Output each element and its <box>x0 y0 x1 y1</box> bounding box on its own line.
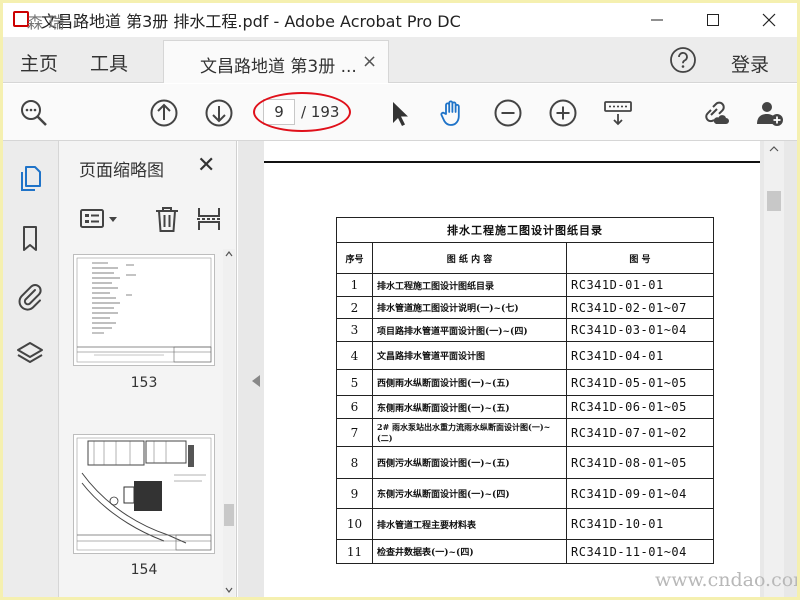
site-watermark: www.cndao.com <box>655 569 797 591</box>
table-row: 2 排水管道施工图设计说明(一)~(七) RC341D-02-01~07 <box>336 296 714 319</box>
panel-close-button[interactable]: ✕ <box>197 153 215 178</box>
table-row: 11 检查井数据表(一)~(四) RC341D-11-01~04 <box>336 539 714 564</box>
page-top-border <box>264 161 760 163</box>
layers-icon[interactable] <box>15 339 45 369</box>
thumbnail-page-154[interactable] <box>73 434 215 554</box>
zoom-in-icon[interactable] <box>548 98 578 128</box>
table-row: 10 排水管道工程主要材料表 RC341D-10-01 <box>336 508 714 540</box>
table-row: 7 2# 雨水泵站出水重力流雨水纵断面设计图(一)~(二) RC341D-07-01… <box>336 418 714 447</box>
close-icon <box>762 13 776 27</box>
table-title: 排水工程施工图设计图纸目录 <box>336 217 714 243</box>
document-scrollbar[interactable] <box>764 141 784 597</box>
scroll-up-icon[interactable] <box>223 249 235 259</box>
collapse-left-arrow-icon[interactable] <box>252 375 260 387</box>
document-tab-close-button[interactable]: × <box>362 51 377 72</box>
select-cursor-icon[interactable] <box>385 98 415 128</box>
menu-home[interactable]: 主页 <box>20 49 58 76</box>
thumbnails-panel: 页面缩略图 ✕ 153 154 <box>59 141 237 597</box>
table-row: 6 东侧雨水纵断面设计图(一)~(五) RC341D-06-01~05 <box>336 395 714 419</box>
menu-tools[interactable]: 工具 <box>90 49 128 76</box>
thumbnail-page-153[interactable] <box>73 254 215 366</box>
trash-icon[interactable] <box>153 205 181 233</box>
insert-page-icon[interactable] <box>195 205 223 233</box>
login-button[interactable]: 登录 <box>731 50 769 77</box>
thumbnail-label-154: 154 <box>130 562 158 578</box>
acrobat-window: 森 瑞 文昌路地道 第3册 排水工程.pdf - Adobe Acrobat P… <box>3 3 797 597</box>
attachment-icon[interactable] <box>15 281 45 311</box>
header-content: 图 纸 内 容 <box>372 242 567 274</box>
logo-watermark: 森 瑞 <box>27 13 65 32</box>
table-header-row: 序号 图 纸 内 容 图 号 <box>336 242 714 274</box>
panel-scrollbar[interactable] <box>223 249 235 597</box>
next-page-icon[interactable] <box>204 98 234 128</box>
panel-title: 页面缩略图 <box>79 161 164 181</box>
document-tab-label: 文昌路地道 第3册 ... <box>200 57 357 77</box>
hand-icon[interactable] <box>437 98 467 128</box>
document-scroll-thumb[interactable] <box>767 191 781 211</box>
scroll-down-icon[interactable] <box>223 585 235 595</box>
main-toolbar: / 193 <box>3 84 797 141</box>
header-code: 图 号 <box>566 242 714 274</box>
document-view: 排水工程施工图设计图纸目录 序号 图 纸 内 容 图 号 1 排水工程施工图设计图… <box>238 141 797 597</box>
title-bar: 森 瑞 文昌路地道 第3册 排水工程.pdf - Adobe Acrobat P… <box>3 3 797 37</box>
document-tab[interactable]: 文昌路地道 第3册 ... × <box>163 40 389 83</box>
scroll-up-icon[interactable] <box>764 143 784 155</box>
acrobat-app-icon: 森 瑞 <box>11 9 64 32</box>
drawing-index-table: 排水工程施工图设计图纸目录 序号 图 纸 内 容 图 号 1 排水工程施工图设计图… <box>336 217 714 564</box>
magnifier-icon[interactable] <box>19 98 49 128</box>
help-icon[interactable] <box>669 46 697 74</box>
thumbnail-options-icon[interactable] <box>79 205 121 233</box>
bookmark-icon[interactable] <box>15 223 45 253</box>
thumbnail-label-153: 153 <box>130 375 158 391</box>
maximize-button[interactable] <box>685 3 741 37</box>
zoom-out-icon[interactable] <box>493 98 523 128</box>
add-user-icon[interactable] <box>755 98 785 128</box>
pdf-page: 排水工程施工图设计图纸目录 序号 图 纸 内 容 图 号 1 排水工程施工图设计图… <box>264 141 760 597</box>
panel-scroll-thumb[interactable] <box>224 504 234 526</box>
link-cloud-icon[interactable] <box>700 98 730 128</box>
header-no: 序号 <box>336 242 373 274</box>
thumbnail-image <box>76 437 212 551</box>
previous-page-icon[interactable] <box>149 98 179 128</box>
page-thumbnails-icon[interactable] <box>15 163 45 193</box>
table-row: 4 文昌路排水管道平面设计图 RC341D-04-01 <box>336 341 714 370</box>
table-row: 3 项目路排水管道平面设计图(一)~(四) RC341D-03-01~04 <box>336 318 714 342</box>
panel-toolbar <box>59 199 237 239</box>
menu-bar: 主页 工具 文昌路地道 第3册 ... × 登录 <box>3 37 797 83</box>
red-highlight-ellipse <box>253 92 351 132</box>
table-row: 8 西侧污水纵断面设计图(一)~(五) RC341D-08-01~05 <box>336 446 714 479</box>
table-row: 1 排水工程施工图设计图纸目录 RC341D-01-01 <box>336 273 714 297</box>
keyboard-icon[interactable] <box>603 98 633 128</box>
table-row: 5 西侧雨水纵断面设计图(一)~(五) RC341D-05-01~05 <box>336 369 714 396</box>
minimize-icon <box>651 19 663 21</box>
close-window-button[interactable] <box>741 3 797 37</box>
table-row: 9 东侧污水纵断面设计图(一)~(四) RC341D-09-01~04 <box>336 478 714 509</box>
maximize-icon <box>707 14 719 26</box>
window-title: 文昌路地道 第3册 排水工程.pdf - Adobe Acrobat Pro D… <box>41 12 461 31</box>
left-rail <box>3 141 59 597</box>
minimize-button[interactable] <box>629 3 685 37</box>
thumbnail-image <box>76 257 212 363</box>
